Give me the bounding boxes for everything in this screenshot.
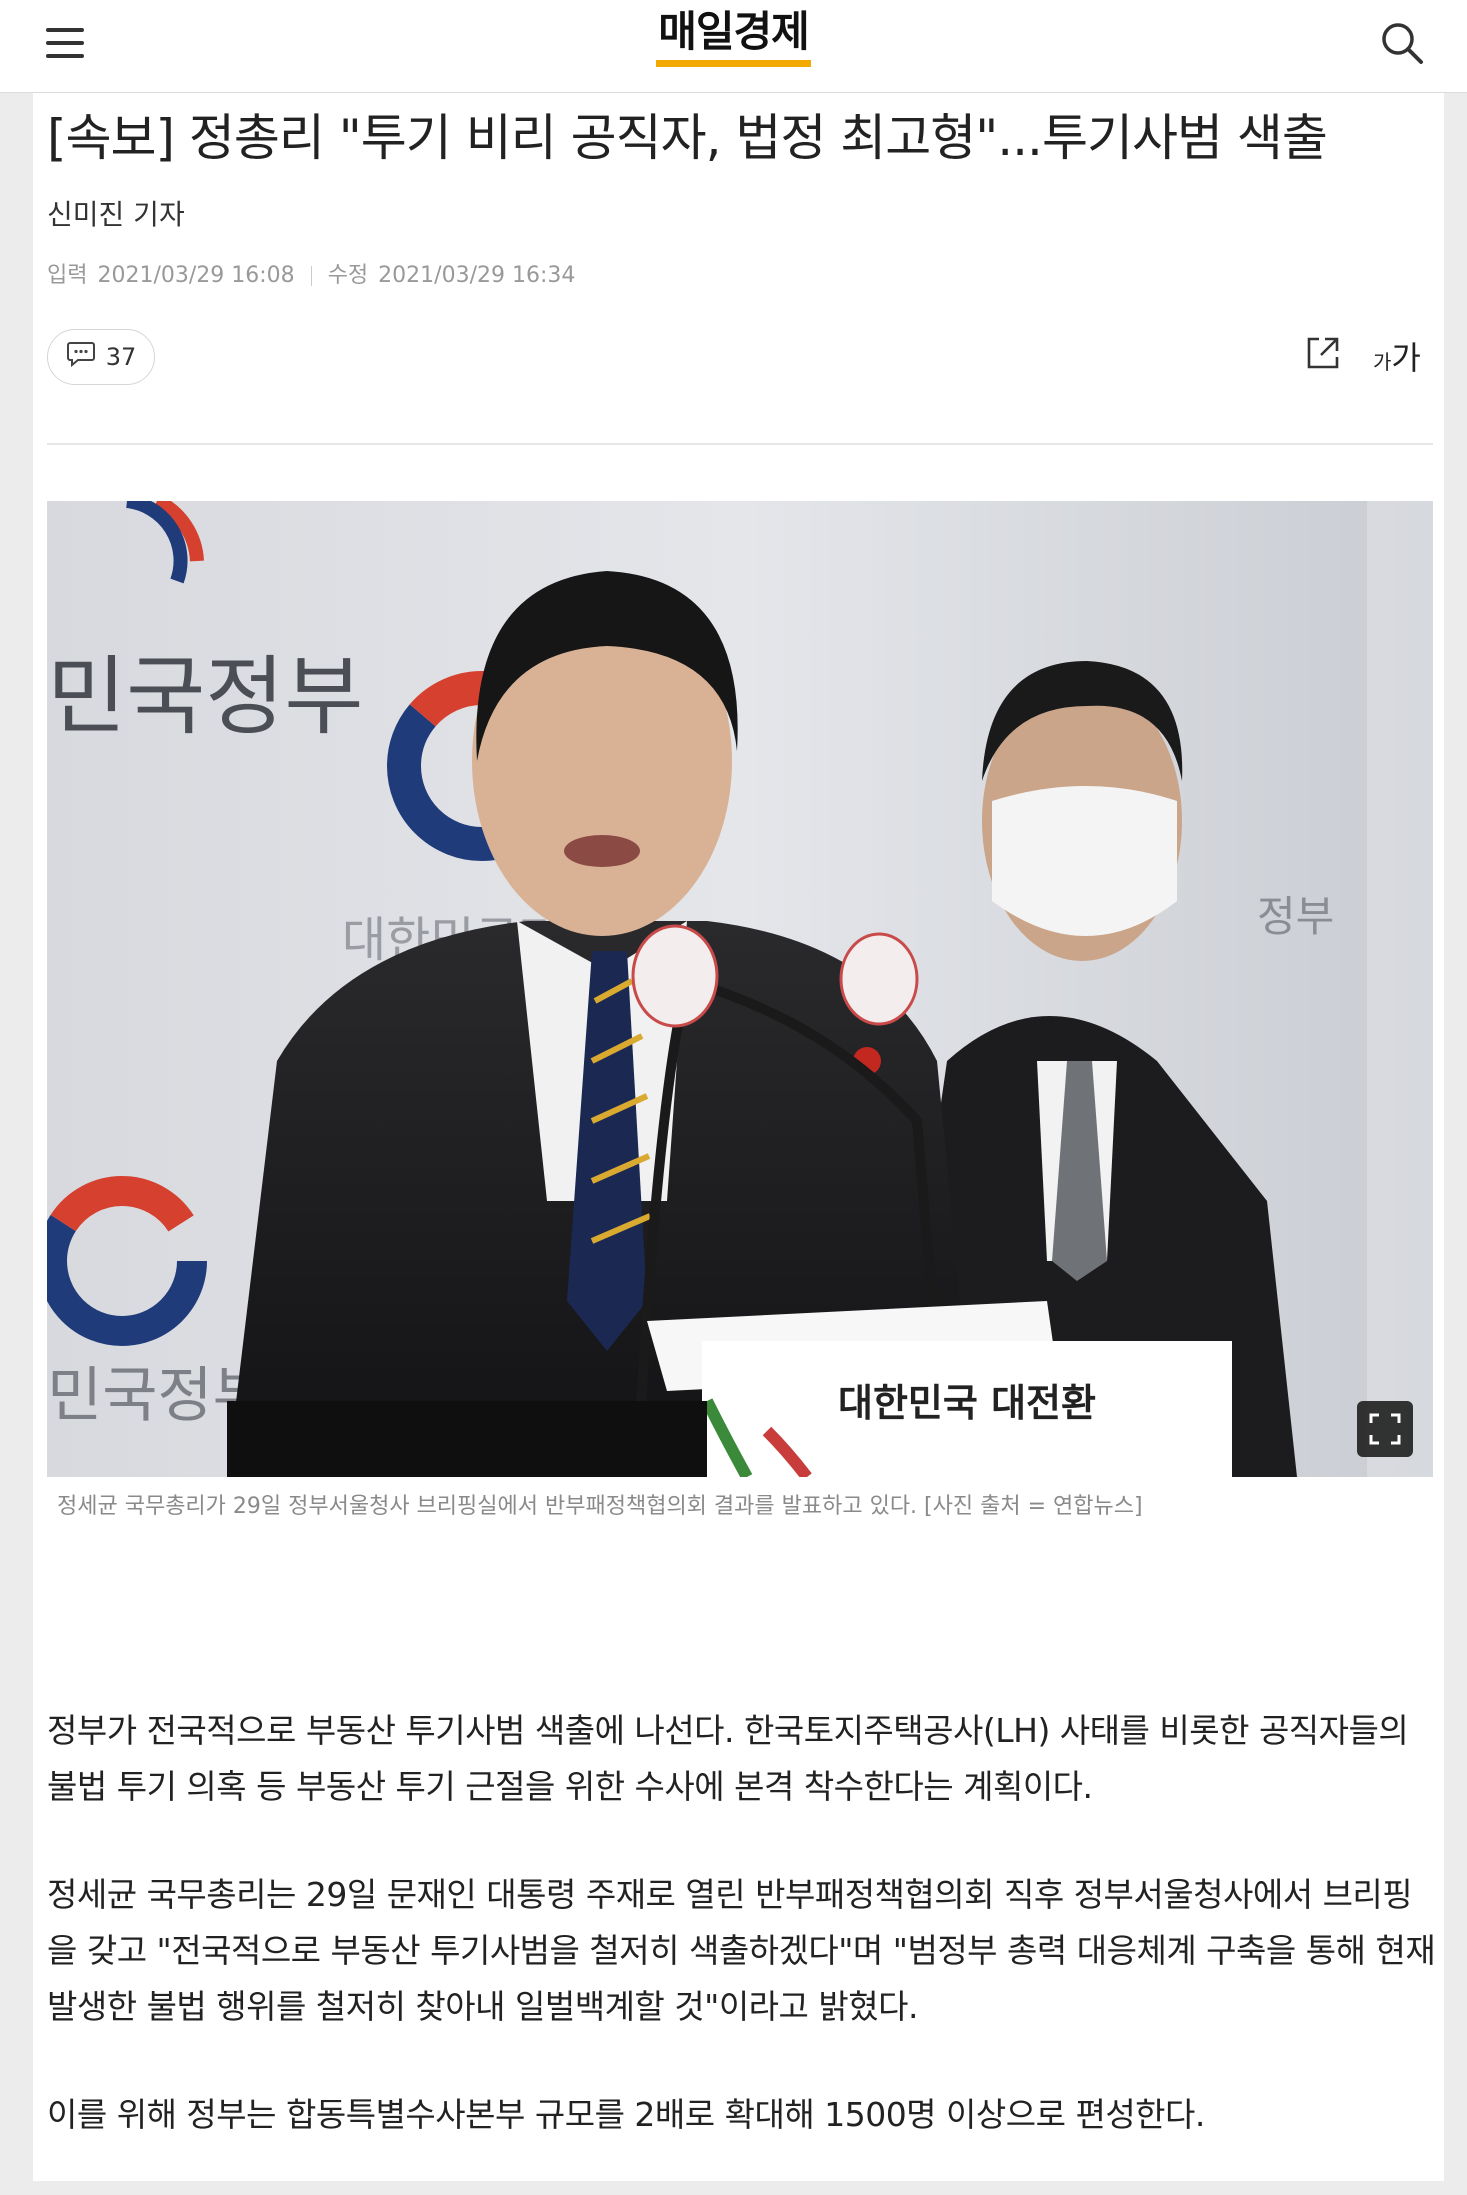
article-title: [속보] 정총리 "투기 비리 공직자, 법정 최고형"...투기사범 색출 bbox=[47, 109, 1328, 167]
article-paragraph: 이를 위해 정부는 합동특별수사본부 규모를 2배로 확대해 1500명 이상으… bbox=[47, 2095, 1205, 2134]
font-size-button[interactable]: 가가 bbox=[1373, 333, 1421, 379]
expand-icon bbox=[1369, 1413, 1401, 1445]
date-separator bbox=[310, 266, 312, 286]
article-body: 정부가 전국적으로 부동산 투기사범 색출에 나선다. 한국토지주택공사(LH)… bbox=[47, 1703, 1439, 2195]
backdrop-text: 정부 bbox=[1257, 892, 1334, 941]
backdrop-text: 민국정부 bbox=[47, 647, 363, 747]
expand-photo-button[interactable] bbox=[1357, 1401, 1413, 1457]
article-paragraph: 정세균 국무총리는 29일 문재인 대통령 주재로 열린 반부패정책협의회 직후… bbox=[47, 1875, 1436, 2026]
reporter-name[interactable]: 신미진 기자 bbox=[47, 193, 185, 233]
search-icon[interactable] bbox=[1377, 18, 1427, 68]
photo-illustration: 민국정부 대한민국정 민국정부 정부 bbox=[47, 501, 1433, 1477]
top-navigation-bar: 매일경제 bbox=[0, 0, 1467, 93]
input-date: 2021/03/29 16:08 bbox=[97, 263, 295, 288]
share-icon[interactable] bbox=[1303, 333, 1343, 373]
font-size-large-label: 가 bbox=[1391, 339, 1421, 377]
podium-text: 대한민국 대전환 bbox=[838, 1381, 1096, 1425]
photo-caption: 정세균 국무총리가 29일 정부서울청사 브리핑실에서 반부패정책협의회 결과를… bbox=[57, 1494, 1143, 1519]
header-divider bbox=[47, 443, 1433, 445]
modified-date: 2021/03/29 16:34 bbox=[378, 263, 576, 288]
article-paragraph: 정부가 전국적으로 부동산 투기사범 색출에 나선다. 한국토지주택공사(LH)… bbox=[47, 1711, 1409, 1806]
article-container: [속보] 정총리 "투기 비리 공직자, 법정 최고형"...투기사범 색출 신… bbox=[33, 93, 1444, 2181]
article-photo[interactable]: 민국정부 대한민국정 민국정부 정부 bbox=[47, 501, 1433, 1477]
comment-count: 37 bbox=[105, 343, 137, 371]
font-size-small-label: 가 bbox=[1373, 350, 1392, 374]
site-logo[interactable]: 매일경제 bbox=[0, 8, 1467, 67]
modified-label: 수정 bbox=[327, 263, 369, 288]
article-dates: 입력 2021/03/29 16:08 수정 2021/03/29 16:34 bbox=[47, 257, 575, 289]
site-logo-text[interactable]: 매일경제 bbox=[656, 8, 811, 67]
input-label: 입력 bbox=[47, 263, 88, 288]
comment-icon bbox=[66, 340, 96, 374]
comment-button[interactable]: 37 bbox=[47, 329, 155, 385]
